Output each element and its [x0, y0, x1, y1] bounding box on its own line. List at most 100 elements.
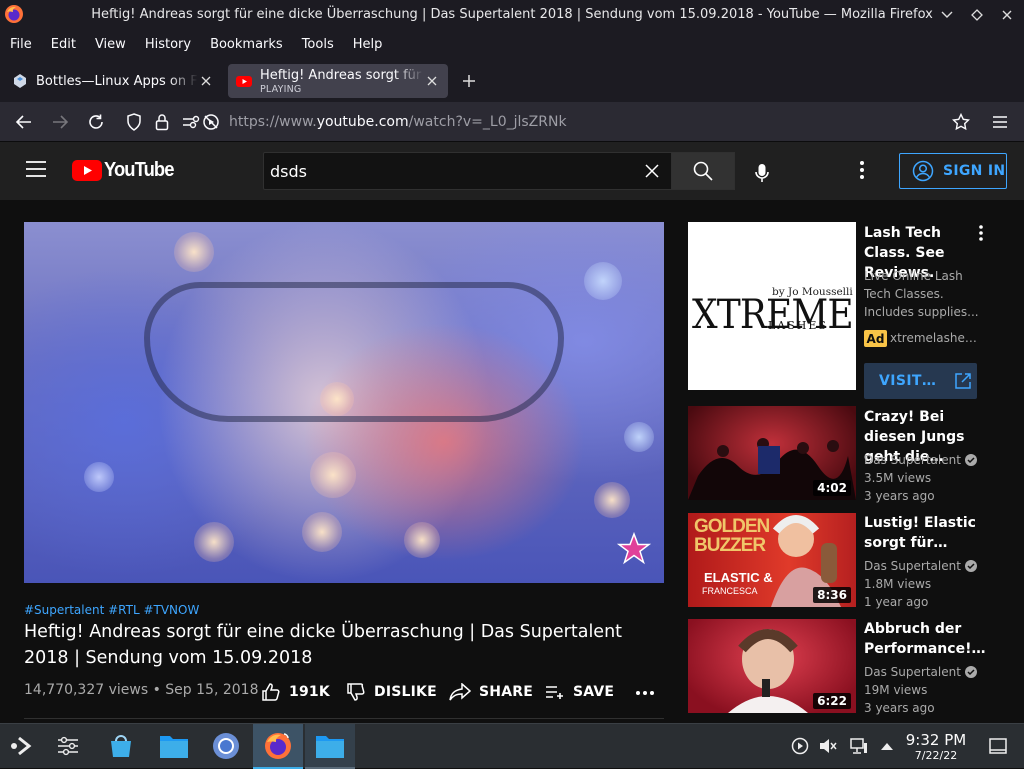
dislike-button[interactable]: DISLIKE	[346, 681, 437, 703]
tab-label: Heftig! Andreas sorgt für eine dicke	[260, 67, 424, 83]
bookmark-star-icon[interactable]	[951, 112, 971, 132]
thumb-sub-text-2: FRANCESCA	[702, 586, 758, 596]
like-count: 191K	[289, 684, 330, 700]
firefox-taskbar-icon[interactable]	[260, 728, 296, 764]
tab-youtube-video[interactable]: Heftig! Andreas sorgt für eine dicke PLA…	[228, 64, 448, 98]
youtube-play-logo-icon	[72, 160, 102, 181]
back-arrow-icon[interactable]	[14, 112, 34, 132]
channel-star-logo-icon	[617, 532, 651, 566]
bokeh-light	[302, 512, 342, 552]
channel-name: Das Supertalent	[864, 665, 961, 679]
save-label: SAVE	[573, 684, 615, 700]
clock-date: 7/22/22	[914, 749, 958, 762]
search-icon	[693, 161, 713, 181]
maximize-icon[interactable]	[968, 6, 986, 24]
account-circle-icon	[912, 160, 934, 182]
menu-bookmarks[interactable]: Bookmarks	[210, 37, 283, 52]
tab-bottles[interactable]: Bottles—Linux Apps on Flathub	[4, 64, 222, 98]
info-divider	[24, 718, 664, 719]
video-hashtags[interactable]: #Supertalent #RTL #TVNOW	[24, 603, 199, 617]
clear-search-icon[interactable]	[643, 162, 661, 180]
recommended-channel[interactable]: Das Supertalent	[864, 453, 977, 467]
file-manager-icon[interactable]	[156, 728, 192, 764]
menu-tools[interactable]: Tools	[302, 37, 334, 52]
more-actions-icon[interactable]	[636, 691, 654, 695]
url-path: /watch?v=_L0_jlsZRNk	[408, 114, 567, 130]
bokeh-light	[404, 522, 440, 558]
ad-thumb-sub: LASHES	[768, 319, 828, 332]
recommended-title[interactable]: Abbruch der Performance!…	[864, 619, 985, 659]
guide-menu-icon[interactable]	[25, 160, 47, 178]
ad-badge: Ad	[864, 330, 887, 347]
verified-check-icon	[964, 454, 977, 466]
ad-thumbnail[interactable]: by Jo Mousselli XTREME LASHES	[688, 222, 856, 390]
recommended-title[interactable]: Lustig! Elastic sorgt für…	[864, 513, 982, 553]
recommended-views: 3.5M views	[864, 471, 932, 485]
tab-close-icon[interactable]	[424, 73, 440, 89]
ad-visit-button[interactable]: VISIT…	[864, 363, 977, 399]
search-button[interactable]	[671, 152, 735, 190]
menu-file[interactable]: File	[10, 37, 32, 52]
app-launcher-icon[interactable]	[4, 728, 40, 764]
sign-in-button[interactable]: SIGN IN	[899, 153, 1007, 189]
dislike-label: DISLIKE	[374, 684, 437, 700]
bokeh-light	[194, 522, 234, 562]
desktop-taskbar: 9:32 PM 7/22/22	[0, 723, 1024, 769]
menu-help[interactable]: Help	[353, 37, 383, 52]
youtube-masthead: YouTube SIGN IN	[0, 142, 1024, 200]
flathub-favicon-icon	[12, 73, 28, 89]
video-title: Heftig! Andreas sorgt für eine dicke Übe…	[24, 622, 623, 668]
settings-more-icon[interactable]	[860, 161, 864, 179]
recommended-channel[interactable]: Das Supertalent	[864, 665, 977, 679]
recommended-thumbnail[interactable]: 6:22	[688, 619, 856, 713]
clock[interactable]: 9:32 PM 7/22/22	[900, 731, 972, 763]
external-link-icon	[954, 372, 972, 390]
hamburger-menu-icon[interactable]	[990, 112, 1010, 132]
video-player[interactable]	[24, 222, 664, 583]
recommended-channel[interactable]: Das Supertalent	[864, 559, 977, 573]
url-scheme: https://www.	[229, 114, 317, 130]
tab-close-icon[interactable]	[198, 73, 214, 89]
discover-store-icon[interactable]	[103, 728, 139, 764]
folder-window-icon[interactable]	[312, 728, 348, 764]
save-button[interactable]: SAVE	[545, 681, 614, 703]
lock-icon[interactable]	[152, 112, 172, 132]
show-desktop-icon[interactable]	[980, 728, 1016, 764]
bokeh-light	[84, 462, 114, 492]
chromium-browser-icon[interactable]	[208, 728, 244, 764]
thumb-golden-buzzer: GOLDEN BUZZER	[694, 516, 770, 556]
like-button[interactable]: 191K	[261, 681, 330, 703]
recommended-age: 3 years ago	[864, 701, 935, 715]
settings-sliders-icon[interactable]	[50, 728, 86, 764]
thumbs-up-icon	[261, 682, 281, 702]
share-arrow-icon	[449, 683, 471, 701]
menu-bar: File Edit View History Bookmarks Tools H…	[0, 30, 1024, 59]
search-input[interactable]	[264, 153, 634, 189]
permissions-icon[interactable]	[181, 112, 201, 132]
bokeh-light	[584, 262, 622, 300]
minimize-icon[interactable]	[938, 6, 956, 24]
menu-edit[interactable]: Edit	[51, 37, 76, 52]
autoplay-blocked-icon[interactable]	[201, 112, 221, 132]
reload-icon[interactable]	[86, 112, 106, 132]
url-bar[interactable]: https://www.youtube.com/watch?v=_L0_jlsZ…	[229, 114, 567, 130]
tab-playing-label: PLAYING	[260, 83, 302, 95]
ad-visit-label: VISIT…	[879, 373, 937, 389]
menu-view[interactable]: View	[95, 37, 126, 52]
new-tab-plus-icon[interactable]	[458, 70, 480, 92]
close-window-icon[interactable]	[998, 6, 1016, 24]
youtube-logo[interactable]: YouTube	[72, 159, 180, 182]
share-button[interactable]: SHARE	[449, 681, 533, 703]
bokeh-light	[594, 482, 630, 518]
tracking-shield-icon[interactable]	[124, 112, 144, 132]
voice-search-button[interactable]	[744, 155, 780, 191]
recommended-thumbnail[interactable]: 4:02	[688, 406, 856, 500]
recommended-thumbnail[interactable]: GOLDEN BUZZER ELASTIC & FRANCESCA 8:36	[688, 513, 856, 607]
video-duration: 6:22	[813, 693, 851, 709]
recommended-age: 3 years ago	[864, 489, 935, 503]
forward-arrow-icon[interactable]	[50, 112, 70, 132]
ad-more-icon[interactable]	[979, 225, 983, 241]
video-duration: 8:36	[813, 587, 851, 603]
verified-check-icon	[964, 666, 977, 678]
menu-history[interactable]: History	[145, 37, 191, 52]
